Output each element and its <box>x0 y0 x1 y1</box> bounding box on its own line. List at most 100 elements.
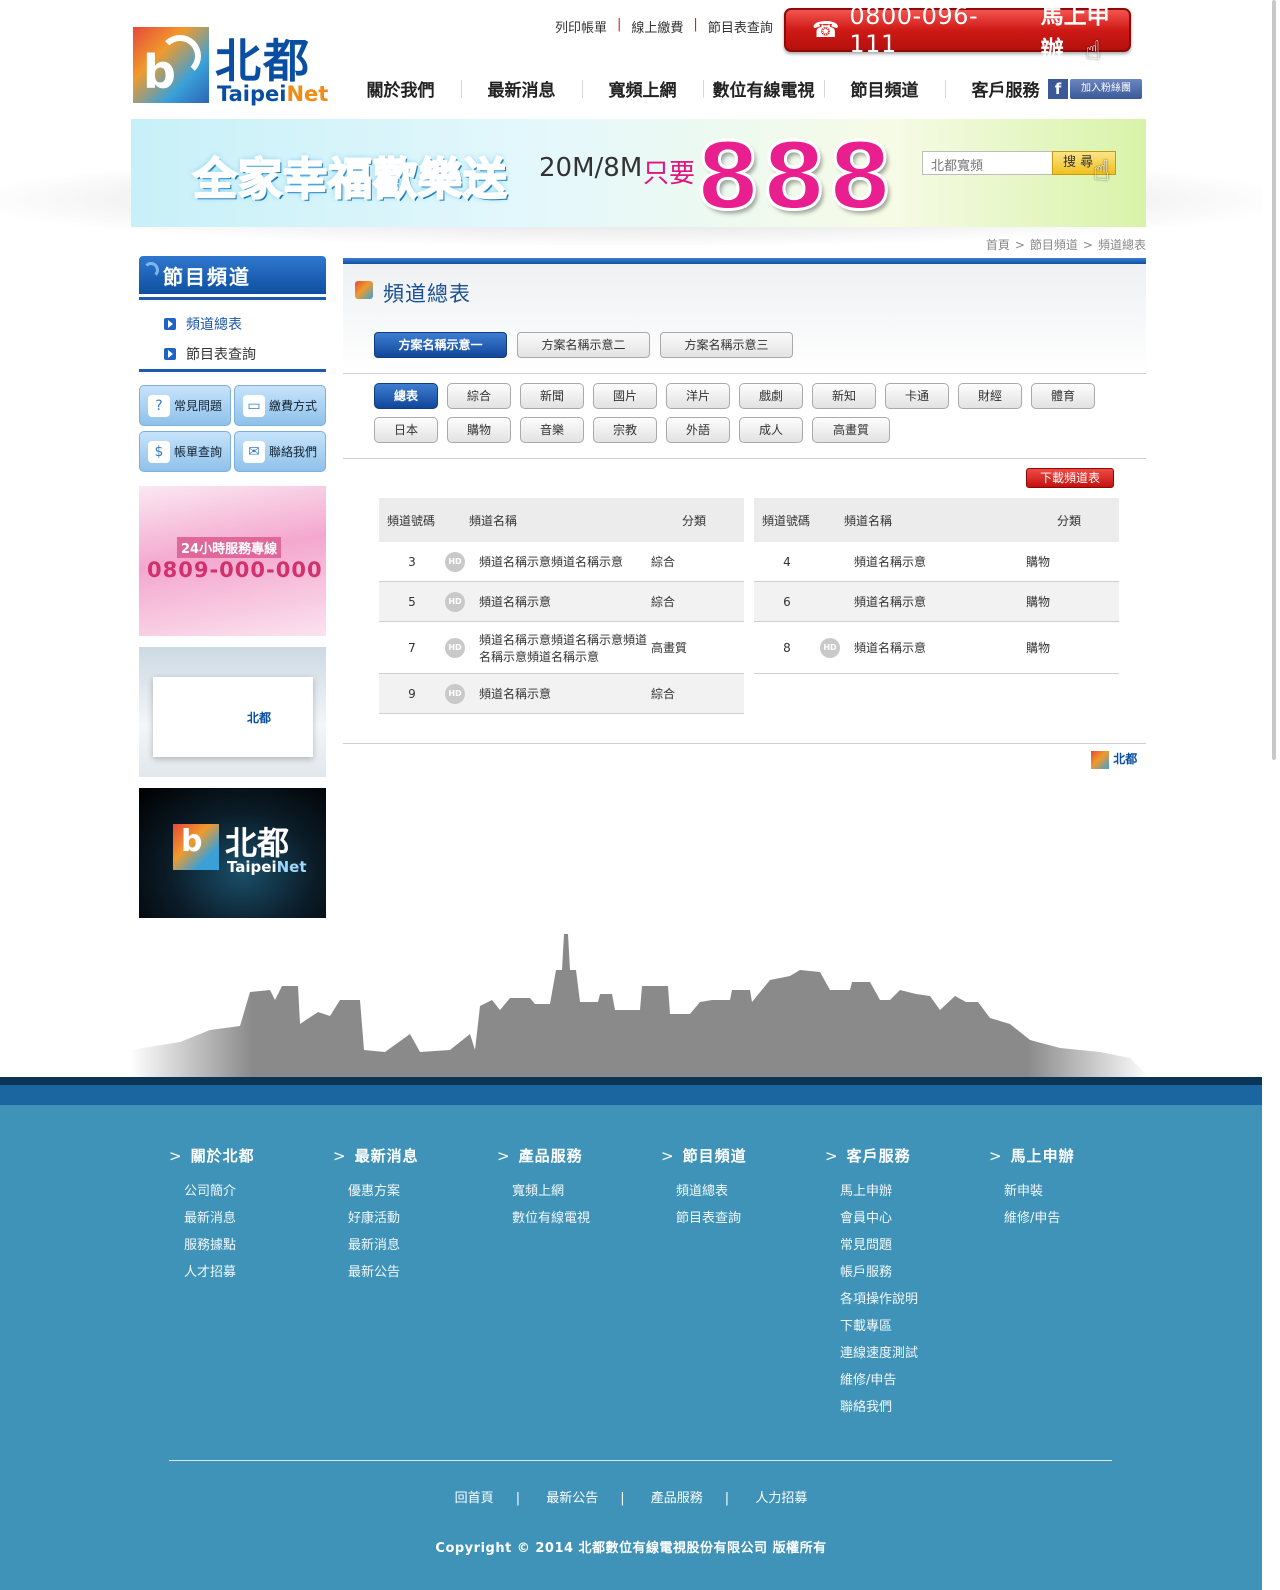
footer-link[interactable]: 聯絡我們 <box>825 1394 985 1421</box>
footer-top-band <box>0 1077 1262 1085</box>
footer-link[interactable]: 最新公告 <box>333 1259 493 1286</box>
category-religion[interactable]: 宗教 <box>593 417 657 443</box>
footer-column-title[interactable]: > 馬上申辦 <box>989 1145 1149 1166</box>
breadcrumb-channels[interactable]: 節目頻道 <box>1030 238 1078 252</box>
footer-link[interactable]: 新申裝 <box>989 1178 1149 1205</box>
footer-link-home[interactable]: 回首頁 <box>455 1491 494 1506</box>
sidebar-item-schedule[interactable]: 節目表查詢 <box>164 339 256 369</box>
office-ad-image[interactable]: 北都 <box>139 647 326 777</box>
category-adult[interactable]: 成人 <box>739 417 803 443</box>
scrollbar-thumb[interactable] <box>1272 0 1276 760</box>
nav-digital-tv[interactable]: 數位有線電視 <box>703 76 824 101</box>
table-row[interactable]: 7 HD 頻道名稱示意頻道名稱示意頻道名稱示意頻道名稱示意 高畫質 <box>379 622 744 674</box>
footer-link[interactable]: 維修/申告 <box>825 1367 985 1394</box>
tab-plan-2[interactable]: 方案名稱示意二 <box>517 332 650 358</box>
category-knowledge[interactable]: 新知 <box>812 383 876 409</box>
footer-column-title[interactable]: > 最新消息 <box>333 1145 493 1166</box>
footer-column-title[interactable]: > 節目頻道 <box>661 1145 821 1166</box>
search-button[interactable]: 搜 尋 ☝ <box>1052 151 1116 185</box>
service-hotline-ad[interactable]: 24小時服務專線 0809-000-000 <box>139 486 326 636</box>
footer-link[interactable]: 服務據點 <box>169 1232 329 1259</box>
category-all[interactable]: 總表 <box>374 383 438 409</box>
footer-link[interactable]: 下載專區 <box>825 1313 985 1340</box>
category-news[interactable]: 新聞 <box>520 383 584 409</box>
top-link-schedule[interactable]: 節目表查詢 <box>698 17 783 36</box>
breadcrumb-home[interactable]: 首頁 <box>986 238 1010 252</box>
footer-column-title[interactable]: > 客戶服務 <box>825 1145 985 1166</box>
category-foreign-language[interactable]: 外語 <box>666 417 730 443</box>
category-shopping[interactable]: 購物 <box>447 417 511 443</box>
tab-plan-3[interactable]: 方案名稱示意三 <box>660 332 793 358</box>
category-sports[interactable]: 體育 <box>1031 383 1095 409</box>
table-row[interactable]: 4 頻道名稱示意 購物 <box>754 542 1119 582</box>
brand-ad-image[interactable]: b 北都 TaipeiNet <box>139 788 326 918</box>
sidebar-item-channel-list[interactable]: 頻道總表 <box>164 309 256 339</box>
footer-link[interactable]: 好康活動 <box>333 1205 493 1232</box>
footer-column-title[interactable]: > 產品服務 <box>497 1145 657 1166</box>
footer-link[interactable]: 帳戶服務 <box>825 1259 985 1286</box>
footer-link-announcements[interactable]: 最新公告 <box>546 1491 598 1506</box>
footer-link[interactable]: 公司簡介 <box>169 1178 329 1205</box>
vertical-scrollbar[interactable] <box>1262 0 1280 1590</box>
footer-link[interactable]: 最新消息 <box>333 1232 493 1259</box>
category-western-movies[interactable]: 洋片 <box>666 383 730 409</box>
search-input[interactable]: 北都寬頻 <box>922 151 1054 175</box>
channel-name[interactable]: 頻道名稱示意頻道名稱示意 <box>471 553 651 570</box>
footer-column: > 最新消息優惠方案 好康活動 最新消息 最新公告 <box>333 1145 493 1286</box>
channel-name[interactable]: 頻道名稱示意 <box>846 593 1026 610</box>
category-chinese-movies[interactable]: 國片 <box>593 383 657 409</box>
footer-link-products[interactable]: 產品服務 <box>651 1491 703 1506</box>
footer-link[interactable]: 常見問題 <box>825 1232 985 1259</box>
channel-name[interactable]: 頻道名稱示意 <box>471 685 651 702</box>
table-row[interactable]: 5 HD 頻道名稱示意 綜合 <box>379 582 744 622</box>
quick-payment-button[interactable]: ▭ 繳費方式 <box>234 385 326 426</box>
footer-link[interactable]: 優惠方案 <box>333 1178 493 1205</box>
footer-link[interactable]: 會員中心 <box>825 1205 985 1232</box>
table-row[interactable]: 8 HD 頻道名稱示意 購物 <box>754 622 1119 674</box>
footer-link[interactable]: 馬上申辦 <box>825 1178 985 1205</box>
footer-link[interactable]: 連線速度測試 <box>825 1340 985 1367</box>
facebook-icon[interactable]: f <box>1048 79 1068 99</box>
footer-column-title[interactable]: > 關於北都 <box>169 1145 329 1166</box>
footer-link[interactable]: 數位有線電視 <box>497 1205 657 1232</box>
nav-channels[interactable]: 節目頻道 <box>824 76 945 101</box>
hd-badge-icon: HD <box>445 637 465 658</box>
download-channel-list-button[interactable]: 下載頻道表 <box>1026 468 1114 488</box>
channel-name[interactable]: 頻道名稱示意 <box>471 593 651 610</box>
quick-faq-button[interactable]: ? 常見問題 <box>139 385 231 426</box>
top-link-online-payment[interactable]: 線上繳費 <box>621 17 693 36</box>
site-logo[interactable]: b 北都 TaipeiNet <box>133 27 328 113</box>
footer-link-careers[interactable]: 人力招募 <box>755 1491 807 1506</box>
table-row[interactable]: 3 HD 頻道名稱示意頻道名稱示意 綜合 <box>379 542 744 582</box>
category-drama[interactable]: 戲劇 <box>739 383 803 409</box>
quick-contact-button[interactable]: ✉ 聯絡我們 <box>234 431 326 472</box>
footer-column: > 產品服務寬頻上網 數位有線電視 <box>497 1145 657 1232</box>
channel-name[interactable]: 頻道名稱示意頻道名稱示意頻道名稱示意頻道名稱示意 <box>471 631 651 665</box>
hotline-apply-button[interactable]: ☎ 0800-096-111 馬上申辦 ☝ <box>784 2 1131 66</box>
footer-link[interactable]: 各項操作說明 <box>825 1286 985 1313</box>
footer-link[interactable]: 維修/申告 <box>989 1205 1149 1232</box>
top-link-print-bill[interactable]: 列印帳單 <box>545 17 617 36</box>
footer-link[interactable]: 寬頻上網 <box>497 1178 657 1205</box>
category-hd[interactable]: 高畫質 <box>812 417 890 443</box>
footer-link[interactable]: 頻道總表 <box>661 1178 821 1205</box>
quick-bill-button[interactable]: $ 帳單查詢 <box>139 431 231 472</box>
nav-news[interactable]: 最新消息 <box>461 76 582 101</box>
footer-link[interactable]: 節目表查詢 <box>661 1205 821 1232</box>
category-cartoon[interactable]: 卡通 <box>885 383 949 409</box>
category-japan[interactable]: 日本 <box>374 417 438 443</box>
footer-link[interactable]: 人才招募 <box>169 1259 329 1286</box>
column-header-number: 頻道號碼 <box>762 513 811 528</box>
footer-link[interactable]: 最新消息 <box>169 1205 329 1232</box>
table-row[interactable]: 9 HD 頻道名稱示意 綜合 <box>379 674 744 714</box>
tab-plan-1[interactable]: 方案名稱示意一 <box>374 332 507 358</box>
nav-broadband[interactable]: 寬頻上網 <box>582 76 703 101</box>
table-row[interactable]: 6 頻道名稱示意 購物 <box>754 582 1119 622</box>
category-music[interactable]: 音樂 <box>520 417 584 443</box>
join-fans-button[interactable]: 加入粉絲團 <box>1070 79 1142 99</box>
channel-name[interactable]: 頻道名稱示意 <box>846 639 1026 656</box>
nav-about[interactable]: 關於我們 <box>340 76 461 101</box>
channel-name[interactable]: 頻道名稱示意 <box>846 553 1026 570</box>
category-general[interactable]: 綜合 <box>447 383 511 409</box>
category-finance[interactable]: 財經 <box>958 383 1022 409</box>
